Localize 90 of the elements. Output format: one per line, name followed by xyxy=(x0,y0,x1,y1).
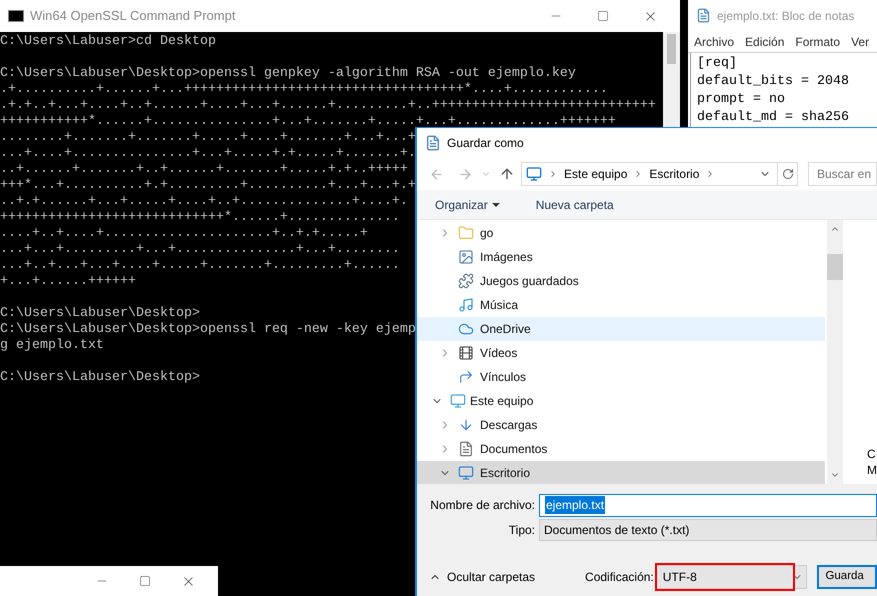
text-line: default_bits = 2048 xyxy=(697,73,849,91)
link-arrow-icon xyxy=(458,369,474,385)
console-line: ..+......+.......+..+......+.......+.....+.+..+++++ xyxy=(0,162,408,178)
console-line: C:\Users\Labuser\Desktop> xyxy=(0,370,200,386)
console-line: C:\Users\Labuser>cd Desktop xyxy=(0,34,216,50)
console-line: ........+.......+.......+.....+....+.......+...+...+ xyxy=(0,130,416,146)
hide-folders-button[interactable]: Ocultar carpetas xyxy=(429,568,536,586)
tree-item[interactable]: Música xyxy=(417,293,825,317)
document-icon xyxy=(458,441,474,457)
field-label: Codificación: xyxy=(585,569,654,586)
column-text: M xyxy=(867,462,877,478)
tree-item-label: Música xyxy=(480,297,518,314)
tree-item[interactable]: Vínculos xyxy=(417,365,825,389)
window-title: ejemplo.txt: Bloc de notas xyxy=(717,8,854,25)
notepad-icon xyxy=(425,135,441,151)
tree-item-label: Este equipo xyxy=(470,393,534,410)
monitor-icon xyxy=(458,465,474,481)
breadcrumb-item[interactable]: Escritorio xyxy=(649,165,700,183)
field-label: Nombre de archivo: xyxy=(429,497,536,514)
tree-item[interactable]: Escritorio xyxy=(417,461,825,484)
scrollbar-thumb[interactable] xyxy=(827,254,843,280)
cloud-icon xyxy=(458,321,474,337)
type-select[interactable]: Documentos de texto (*.txt) xyxy=(539,519,877,541)
tree-item-label: Descargas xyxy=(480,417,538,434)
search-field[interactable]: Buscar en xyxy=(808,162,877,186)
tree-item-label: Imágenes xyxy=(480,249,533,266)
window-title: Win64 OpenSSL Command Prompt xyxy=(30,7,236,26)
field-label: Tipo: xyxy=(508,522,536,539)
console-line: C:\Users\Labuser\Desktop>openssl req -new -key ejemp xyxy=(0,322,416,338)
column-text: C xyxy=(867,446,877,462)
address-bar[interactable]: Este equipo Escritorio xyxy=(521,162,798,186)
tree-item[interactable]: Vídeos xyxy=(417,341,825,365)
console-icon xyxy=(8,10,24,22)
console-line: +++*...+..........+.+.........+..........+...+...+.+ xyxy=(0,178,416,194)
tree-item[interactable]: go xyxy=(417,221,825,245)
scrollbar[interactable] xyxy=(827,220,843,484)
monitor-icon xyxy=(526,166,542,182)
tree-item-label: Escritorio xyxy=(480,465,530,482)
new-folder-button[interactable]: Nueva carpeta xyxy=(536,196,614,214)
console-line: ..+.+......+...+.....+....+..+..............+....+. xyxy=(0,194,408,210)
tree-item[interactable]: Juegos guardados xyxy=(417,269,825,293)
maximize-icon[interactable] xyxy=(597,10,609,22)
console-line: C:\Users\Labuser\Desktop> xyxy=(0,306,200,322)
tree-item[interactable]: Documentos xyxy=(417,437,825,461)
encoding-select[interactable]: UTF-8 xyxy=(656,565,808,589)
tree-item[interactable]: OneDrive xyxy=(417,317,825,341)
picture-icon xyxy=(458,249,474,265)
tree-item[interactable]: Imágenes xyxy=(417,245,825,269)
tree-item-label: Vínculos xyxy=(480,369,526,386)
menu-item[interactable]: Edición xyxy=(745,32,784,51)
organize-button[interactable]: Organizar xyxy=(435,196,500,214)
console-line: .+..........+......+...+++++++++++++++++++++++++++++++++++*....+............ xyxy=(0,82,608,98)
console-line: ...+...+.........+...+...............+...+........ xyxy=(0,242,400,258)
text-line: prompt = no xyxy=(697,91,785,109)
tree-item-label: Documentos xyxy=(480,441,548,458)
tree-item[interactable]: Descargas xyxy=(417,413,825,437)
caret-icon xyxy=(492,202,500,206)
puzzle-icon xyxy=(458,273,474,289)
menu-item[interactable]: Ver xyxy=(851,32,870,51)
tree-item-label: Juegos guardados xyxy=(480,273,579,290)
tree-item[interactable]: Este equipo xyxy=(417,389,825,413)
console-line: +...+......++++++ xyxy=(0,274,136,290)
console-line: .+.+..+...+....+..+......+....+...+......+.........+..++++++++++++++++++++++++++++ xyxy=(0,98,656,114)
tree-item-label: OneDrive xyxy=(480,321,531,338)
save-button[interactable]: Guarda xyxy=(817,565,877,589)
console-line: ++++++++++++++++++++++++++++*......+.............. xyxy=(0,210,400,226)
breadcrumb-item[interactable]: Este equipo xyxy=(564,165,628,183)
tree-item-label: Vídeos xyxy=(480,345,518,362)
music-note-icon xyxy=(458,297,474,313)
console-line: g ejemplo.txt xyxy=(0,338,104,354)
menu-item[interactable]: Formato xyxy=(795,32,840,51)
console-line: +++++++++++*......+...............+...+.......+.....+...+.............+++++++ xyxy=(0,114,616,130)
filename-field[interactable]: ejemplo.txt xyxy=(539,494,877,516)
text-line: default_md = sha256 xyxy=(697,109,849,127)
filename-value: ejemplo.txt xyxy=(545,496,606,514)
monitor-icon xyxy=(450,393,466,409)
folder-icon xyxy=(458,225,474,241)
console-line: ...+..+...+...+....+.....+.......+.........+...... xyxy=(0,258,400,274)
refresh-icon[interactable] xyxy=(782,168,794,180)
dialog-title: Guardar como xyxy=(447,135,524,152)
download-arrow-icon xyxy=(458,417,474,433)
console-line: C:\Users\Labuser\Desktop>openssl genpkey -algorithm RSA -out ejemplo.key xyxy=(0,66,576,82)
console-line: ....+..+....+.....................+..+.+.....+ xyxy=(0,226,368,242)
notepad-icon xyxy=(696,8,711,24)
film-icon xyxy=(458,345,474,361)
menu-item[interactable]: Archivo xyxy=(694,32,734,51)
console-line: ...+....+...............+...+.....+.+.....+.......+. xyxy=(0,146,416,162)
tree-item-label: go xyxy=(480,225,494,242)
maximize-icon[interactable] xyxy=(139,575,151,587)
text-line: [req] xyxy=(697,55,737,73)
